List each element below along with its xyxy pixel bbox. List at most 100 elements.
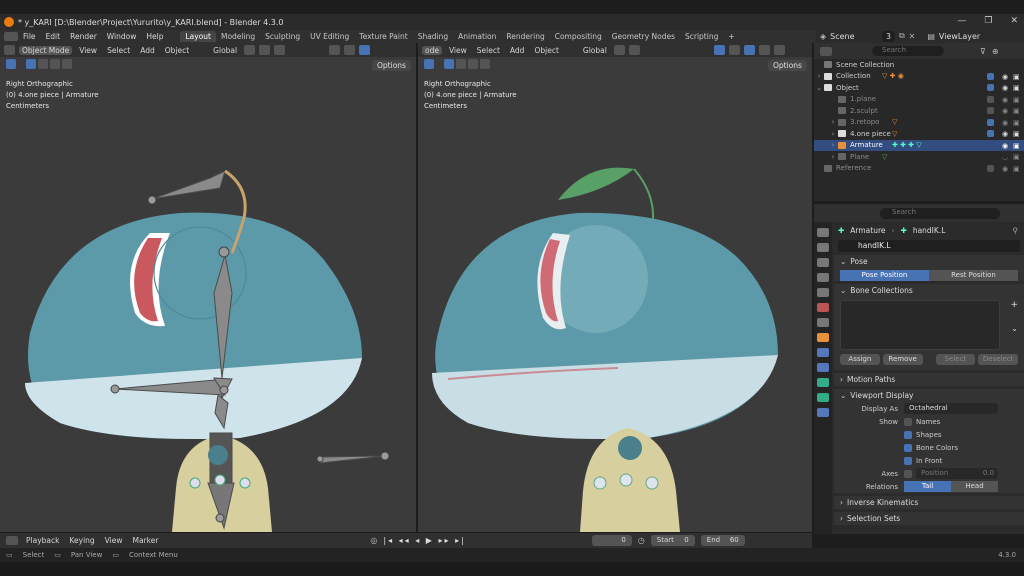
camera-icon[interactable]: ▣: [1013, 73, 1020, 81]
pin-icon[interactable]: ⚲: [1013, 226, 1019, 235]
scene-new-icon[interactable]: ⧉: [899, 31, 905, 41]
camera-icon[interactable]: ▣: [1013, 119, 1020, 127]
select-button[interactable]: Select: [935, 354, 976, 365]
output-tab-icon[interactable]: [817, 258, 829, 267]
render-tab-icon[interactable]: [817, 243, 829, 252]
menu-render[interactable]: Render: [65, 32, 102, 41]
expand-chevron-icon[interactable]: ›: [814, 72, 824, 80]
outliner-row-plane-1[interactable]: 1.plane ◉ ▣: [814, 94, 1024, 106]
camera-icon[interactable]: ▣: [1013, 142, 1020, 150]
eye-hidden-icon[interactable]: ◡: [1002, 153, 1009, 161]
bone-colors-checkbox[interactable]: [904, 443, 912, 452]
add-workspace-icon[interactable]: +: [723, 31, 739, 42]
outliner-search-input[interactable]: Search: [872, 46, 944, 56]
camera-icon[interactable]: ▣: [1013, 165, 1020, 173]
tab-sculpting[interactable]: Sculpting: [260, 31, 305, 42]
outliner-row-reference[interactable]: Reference ◉ ▣: [814, 163, 1024, 175]
playback-menu[interactable]: Playback: [24, 536, 61, 545]
exclude-checkbox[interactable]: [987, 164, 994, 172]
editor-type-icon[interactable]: [6, 536, 18, 545]
physics-tab-icon[interactable]: [817, 348, 829, 357]
motion-paths-panel[interactable]: › Motion Paths: [834, 373, 1024, 386]
editor-type-icon[interactable]: [820, 46, 832, 56]
outliner-row-collection[interactable]: › Collection ▽ ✚ ◉ ◉ ▣: [814, 71, 1024, 83]
scene-close-icon[interactable]: ✕: [909, 32, 916, 41]
tab-compositing[interactable]: Compositing: [550, 31, 607, 42]
exclude-checkbox[interactable]: [987, 84, 994, 92]
exclude-checkbox[interactable]: [987, 95, 994, 103]
eye-icon[interactable]: ◉: [1002, 165, 1009, 173]
viewport-display-header[interactable]: ⌄ Viewport Display: [834, 389, 1024, 402]
eye-icon[interactable]: ◉: [1002, 119, 1009, 127]
eye-icon[interactable]: ◉: [1002, 73, 1009, 81]
names-checkbox[interactable]: [904, 417, 912, 426]
new-collection-icon[interactable]: ⊕: [992, 47, 999, 56]
view-layer-tab-icon[interactable]: [817, 273, 829, 282]
camera-icon[interactable]: ▣: [1013, 96, 1020, 104]
properties-search-input[interactable]: Search: [880, 207, 1000, 219]
tab-shading[interactable]: Shading: [413, 31, 453, 42]
axes-checkbox[interactable]: [904, 469, 912, 478]
object-tab-icon[interactable]: [817, 333, 829, 342]
outliner-row-sculpt[interactable]: 2.sculpt ◉ ▣: [814, 105, 1024, 117]
constraints-tab-icon[interactable]: [817, 363, 829, 372]
view-layer-name[interactable]: ViewLayer: [939, 32, 980, 41]
bone-collections-list[interactable]: [840, 300, 1000, 350]
tab-animation[interactable]: Animation: [453, 31, 501, 42]
exclude-checkbox[interactable]: [987, 118, 994, 126]
exclude-checkbox[interactable]: [987, 72, 994, 80]
exclude-checkbox[interactable]: [987, 107, 994, 115]
end-frame-field[interactable]: End 60: [700, 535, 745, 546]
eye-icon[interactable]: ◉: [1002, 84, 1009, 92]
current-frame-field[interactable]: 0: [591, 535, 632, 546]
outliner-row-plane[interactable]: › Plane ▽ ◡ ▣: [814, 151, 1024, 163]
in-front-checkbox[interactable]: [904, 456, 912, 465]
collection-tab-icon[interactable]: [817, 318, 829, 327]
camera-icon[interactable]: ▣: [1013, 107, 1020, 115]
minimize-icon[interactable]: —: [957, 16, 966, 26]
editor-type-icon[interactable]: [4, 32, 18, 41]
tab-geometry-nodes[interactable]: Geometry Nodes: [607, 31, 680, 42]
outliner-row-object[interactable]: ⌄ Object ◉ ▣: [814, 82, 1024, 94]
add-icon[interactable]: +: [1010, 300, 1018, 310]
tab-layout[interactable]: Layout: [180, 31, 216, 42]
tab-modeling[interactable]: Modeling: [216, 31, 260, 42]
marker-menu[interactable]: Marker: [130, 536, 160, 545]
bone-collections-header[interactable]: ⌄ Bone Collections: [834, 284, 1024, 297]
outliner-row-one-piece[interactable]: › 4.one piece ▽ ◉ ▣: [814, 128, 1024, 140]
chevron-down-icon[interactable]: ⌄: [1011, 324, 1018, 333]
rest-position-button[interactable]: Rest Position: [929, 270, 1018, 281]
scene-tab-icon[interactable]: [817, 288, 829, 297]
viewport-right[interactable]: ode View Select Add Object Global Option…: [418, 43, 812, 532]
character-armature-view[interactable]: [0, 43, 416, 532]
menu-window[interactable]: Window: [102, 32, 142, 41]
maximize-icon[interactable]: ❐: [984, 16, 992, 26]
eye-icon[interactable]: ◉: [1002, 96, 1009, 104]
filter-icon[interactable]: ⊽: [980, 47, 986, 56]
expand-chevron-icon[interactable]: ⌄: [814, 84, 824, 92]
menu-file[interactable]: File: [18, 32, 41, 41]
menu-edit[interactable]: Edit: [41, 32, 66, 41]
relations-head-button[interactable]: Head: [951, 481, 998, 492]
viewport-left[interactable]: Object Mode View Select Add Object Globa…: [0, 43, 416, 532]
armature-name-field[interactable]: handIK.L: [838, 240, 1020, 252]
outliner-row-scene-collection[interactable]: Scene Collection: [814, 59, 1024, 71]
tab-uv-editing[interactable]: UV Editing: [305, 31, 354, 42]
eye-icon[interactable]: ◉: [1002, 142, 1009, 150]
tab-scripting[interactable]: Scripting: [680, 31, 723, 42]
bone-tab-icon[interactable]: [817, 393, 829, 402]
deselect-button[interactable]: Deselect: [978, 354, 1018, 365]
outliner-row-retopo[interactable]: › 3.retopo ▽ ◉ ▣: [814, 117, 1024, 129]
close-icon[interactable]: ✕: [1010, 16, 1018, 26]
pose-position-button[interactable]: Pose Position: [840, 270, 929, 281]
camera-icon[interactable]: ▣: [1013, 84, 1020, 92]
pose-panel-header[interactable]: ⌄ Pose: [834, 255, 1024, 268]
view-menu[interactable]: View: [103, 536, 125, 545]
start-frame-field[interactable]: Start 0: [650, 535, 695, 546]
auto-key-icon[interactable]: ◎: [370, 536, 377, 545]
eye-icon[interactable]: ◉: [1002, 130, 1009, 138]
tab-texture-paint[interactable]: Texture Paint: [354, 31, 412, 42]
scene-user-count[interactable]: 3: [882, 30, 895, 42]
camera-icon[interactable]: ▣: [1013, 130, 1020, 138]
playback-controls[interactable]: |◂ ◂◂ ◂ ▶ ▸▸ ▸|: [383, 536, 465, 545]
